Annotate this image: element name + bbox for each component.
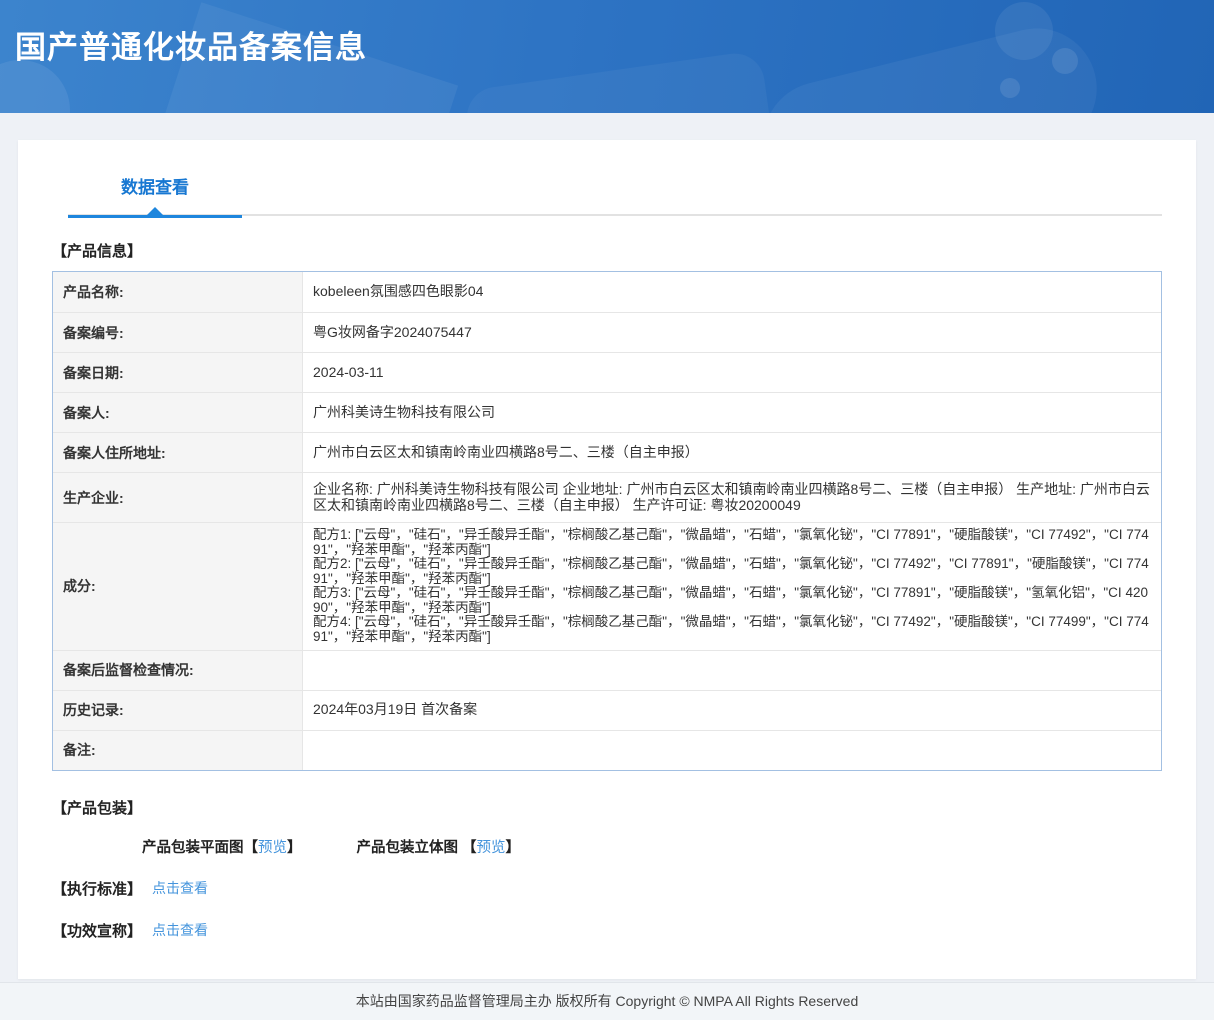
packaging-3d-item: 产品包装立体图 【预览】	[357, 836, 521, 857]
table-row-filer-address: 备案人住所地址: 广州市白云区太和镇南岭南业四横路8号二、三楼（自主申报）	[53, 432, 1161, 472]
row-value: 2024年03月19日 首次备案	[313, 701, 478, 718]
standard-row: 【执行标准】 点击查看	[52, 878, 1162, 899]
table-row-filer: 备案人: 广州科美诗生物科技有限公司	[53, 392, 1161, 432]
packaging-flat-label: 产品包装平面图	[142, 839, 244, 856]
claims-row: 【功效宣称】 点击查看	[52, 920, 1162, 941]
tab-data-view-label: 数据查看	[121, 178, 189, 197]
header-decor-circle	[0, 60, 70, 113]
row-value: 企业名称: 广州科美诗生物科技有限公司 企业地址: 广州市白云区太和镇南岭南业四…	[313, 480, 1150, 513]
row-label: 产品名称:	[53, 272, 303, 312]
row-value: 2024-03-11	[313, 363, 384, 380]
tab-data-view[interactable]: 数据查看	[68, 173, 242, 218]
packaging-links-row: 产品包装平面图【预览】 产品包装立体图 【预览】	[142, 836, 1162, 857]
page-footer: 本站由国家药品监督管理局主办 版权所有 Copyright © NMPA All…	[0, 981, 1214, 1020]
row-label: 备案后监督检查情况:	[53, 650, 303, 690]
standard-view-link[interactable]: 点击查看	[152, 878, 208, 898]
row-label: 备案编号:	[53, 313, 303, 352]
page-title: 国产普通化妆品备案信息	[15, 30, 367, 65]
row-value	[303, 651, 1161, 690]
bracket-open: 【	[462, 839, 477, 856]
row-label: 备案人住所地址:	[53, 433, 303, 472]
row-label: 成分:	[53, 523, 303, 650]
bracket-open: 【	[243, 839, 259, 856]
packaging-3d-label: 产品包装立体图	[356, 839, 463, 856]
table-row-history: 历史记录: 2024年03月19日 首次备案	[53, 689, 1161, 730]
row-label: 备注:	[53, 730, 303, 770]
row-value: 广州科美诗生物科技有限公司	[313, 403, 495, 420]
table-row-ingredients: 成分: 配方1: ["云母"，"硅石"，"异壬酸异壬酯"，"棕榈酸乙基己酯"，"…	[53, 522, 1161, 650]
bracket-close: 】	[505, 839, 521, 856]
table-row-remarks: 备注:	[53, 729, 1161, 770]
packaging-3d-preview-link[interactable]: 预览	[477, 840, 506, 856]
table-row-filing-date: 备案日期: 2024-03-11	[53, 352, 1161, 392]
bracket-close: 】	[287, 839, 302, 856]
claims-view-link[interactable]: 点击查看	[152, 920, 208, 940]
row-label: 历史记录:	[53, 690, 303, 730]
table-row-product-name: 产品名称: kobeleen氛围感四色眼影04	[53, 272, 1161, 312]
section-title-standard: 【执行标准】	[52, 880, 143, 898]
packaging-flat-preview-link[interactable]: 预览	[258, 840, 287, 856]
row-value: 粤G妆网备字2024075447	[313, 323, 472, 340]
row-value: kobeleen氛围感四色眼影04	[313, 283, 484, 300]
table-row-filing-number: 备案编号: 粤G妆网备字2024075447	[53, 312, 1161, 352]
row-label: 备案人:	[53, 393, 303, 432]
row-value: 配方1: ["云母"，"硅石"，"异壬酸异壬酯"，"棕榈酸乙基己酯"，"微晶蜡"…	[313, 527, 1149, 645]
product-info-table: 产品名称: kobeleen氛围感四色眼影04 备案编号: 粤G妆网备字2024…	[52, 271, 1162, 771]
table-row-supervision-check: 备案后监督检查情况:	[53, 649, 1161, 690]
row-label: 备案日期:	[53, 353, 303, 392]
section-title-packaging: 【产品包装】	[52, 799, 143, 817]
row-value	[303, 731, 1161, 770]
tabs-bar: 数据查看	[52, 140, 1162, 218]
section-title-product-info: 【产品信息】	[52, 243, 143, 260]
packaging-flat-item: 产品包装平面图【预览】	[142, 836, 302, 857]
content-card: 数据查看 【产品信息】 产品名称: kobeleen氛围感四色眼影04 备案编号…	[18, 140, 1196, 979]
tab-active-underline	[68, 215, 242, 218]
row-value: 广州市白云区太和镇南岭南业四横路8号二、三楼（自主申报）	[313, 443, 699, 460]
footer-copyright-text: 本站由国家药品监督管理局主办 版权所有 Copyright © NMPA All…	[355, 993, 859, 1010]
header-decor-circle	[1000, 78, 1020, 98]
tab-active-arrow-icon	[147, 207, 163, 215]
page-header: 国产普通化妆品备案信息	[0, 0, 1214, 113]
section-title-claims: 【功效宣称】	[52, 922, 143, 940]
row-label: 生产企业:	[53, 473, 303, 522]
table-row-manufacturer: 生产企业: 企业名称: 广州科美诗生物科技有限公司 企业地址: 广州市白云区太和…	[53, 472, 1161, 522]
